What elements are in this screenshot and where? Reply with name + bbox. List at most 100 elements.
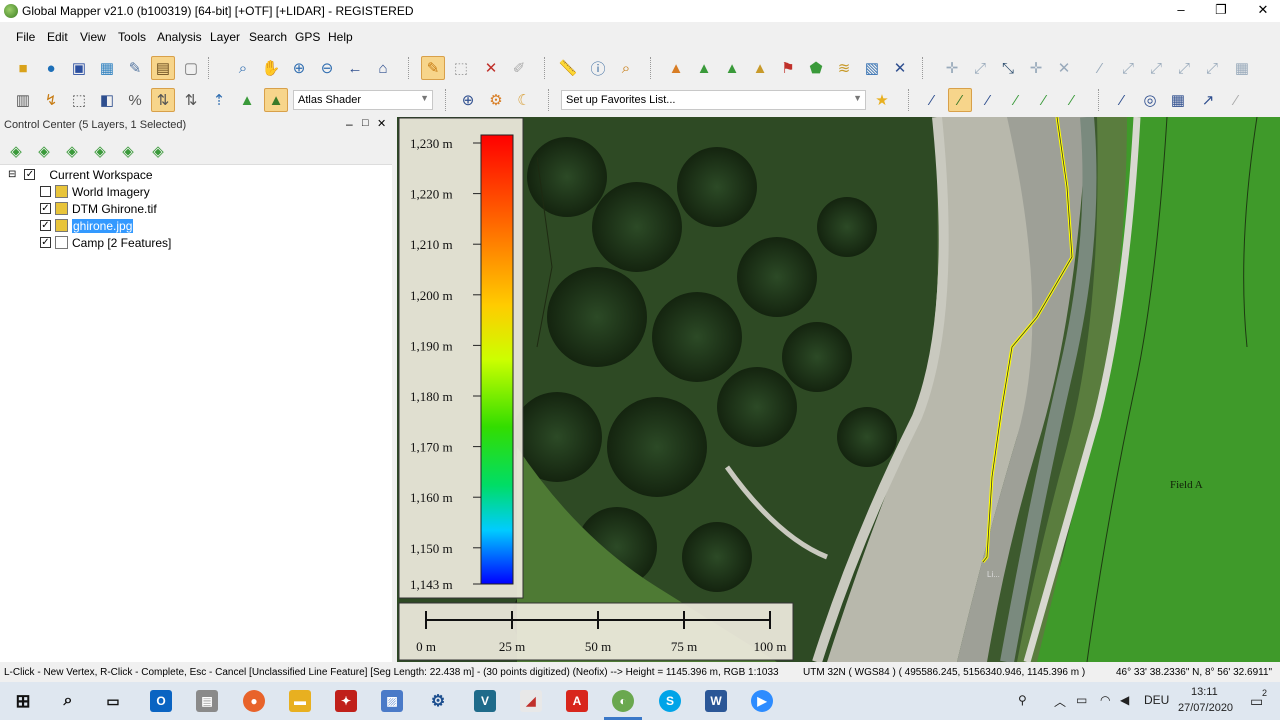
watershed-icon[interactable]: ▲: [748, 56, 772, 80]
join-icon[interactable]: ⤢: [1200, 56, 1224, 80]
word-icon[interactable]: W: [705, 690, 727, 712]
workspace-checkbox[interactable]: ✓: [24, 169, 36, 180]
back-arrow-icon[interactable]: ←: [343, 56, 367, 80]
overview-icon[interactable]: ▢: [179, 56, 203, 80]
create-line-icon[interactable]: ⁄: [920, 88, 944, 112]
layer-row[interactable]: ✓ Camp [2 Features]: [40, 234, 171, 251]
app-red-icon[interactable]: ✦: [335, 690, 357, 712]
menu-edit[interactable]: Edit: [47, 30, 68, 44]
select-area-icon[interactable]: ⬚: [449, 56, 473, 80]
create-line-active-icon[interactable]: ⁄: [948, 88, 972, 112]
open-folder-icon[interactable]: ■: [11, 56, 35, 80]
view-shed-icon[interactable]: ▲: [692, 56, 716, 80]
crosshair-icon[interactable]: ✛: [1024, 56, 1048, 80]
create-curve-icon[interactable]: ⁄: [976, 88, 1000, 112]
menu-tools[interactable]: Tools: [118, 30, 146, 44]
skype-icon[interactable]: S: [659, 690, 681, 712]
path-profile-icon[interactable]: ↯: [39, 88, 63, 112]
info-icon[interactable]: ⓘ: [586, 56, 610, 80]
elevation-shading-icon[interactable]: ⇅: [151, 88, 175, 112]
zoom-out-icon[interactable]: ⊖: [315, 56, 339, 80]
split-icon[interactable]: ✕: [1052, 56, 1076, 80]
layer-add-icon[interactable]: ◈: [32, 139, 56, 163]
wrench-icon[interactable]: ✎: [123, 56, 147, 80]
windows-start-icon[interactable]: ⊞: [12, 690, 34, 712]
terrain-profile-icon[interactable]: ▲: [664, 56, 688, 80]
layout-icon[interactable]: ▥: [11, 88, 35, 112]
draw-icon[interactable]: ⁄: [1110, 88, 1134, 112]
file-explorer-icon[interactable]: ▬: [289, 690, 311, 712]
daylight-icon[interactable]: ☾: [512, 88, 536, 112]
edit-feature-icon[interactable]: ✐: [507, 56, 531, 80]
offset-icon[interactable]: ⤢: [1172, 56, 1196, 80]
table-icon[interactable]: ▦: [95, 56, 119, 80]
menu-file[interactable]: File: [16, 30, 35, 44]
create-area-icon[interactable]: ⁄: [1004, 88, 1028, 112]
flag-icon[interactable]: ⚑: [776, 56, 800, 80]
grid-create-icon[interactable]: ▦: [1166, 88, 1190, 112]
firefox-icon[interactable]: ●: [243, 690, 265, 712]
digitizer-pencil-icon[interactable]: ✎: [421, 56, 445, 80]
menu-analysis[interactable]: Analysis: [157, 30, 202, 44]
map-view[interactable]: Li... Field A 1,230 m 1,220 m 1,210 m 1,200…: [397, 117, 1280, 662]
layer-up-icon[interactable]: ◈: [88, 139, 112, 163]
maximize-button[interactable]: ❐: [1198, 0, 1244, 22]
layer-checkbox[interactable]: ✓: [40, 220, 51, 231]
zoom-box-icon[interactable]: ⌕: [231, 56, 255, 80]
create-polyline-icon[interactable]: ⁄: [1032, 88, 1056, 112]
config-gear-icon[interactable]: ⚙: [484, 88, 508, 112]
shader-mountains-icon[interactable]: ▲: [264, 88, 288, 112]
3d-view-icon[interactable]: ◧: [95, 88, 119, 112]
map-canvas[interactable]: Li... Field A 1,230 m 1,220 m 1,210 m 1,200…: [397, 117, 1280, 662]
vertex-edit-icon[interactable]: ⤢: [1116, 56, 1140, 80]
volume-icon[interactable]: ◀: [1120, 693, 1129, 707]
globe-data-icon[interactable]: ●: [39, 56, 63, 80]
delete-feature-icon[interactable]: ✕: [479, 56, 503, 80]
image-viewer-icon[interactable]: ▨: [381, 690, 403, 712]
snap-icon[interactable]: ⤢: [968, 56, 992, 80]
menu-gps[interactable]: GPS: [295, 30, 320, 44]
layer-visibility-icon[interactable]: ◈: [146, 139, 170, 163]
layer-checkbox[interactable]: ✓: [40, 237, 51, 248]
panel-close-icon[interactable]: ✕: [377, 117, 386, 130]
layer-options-icon[interactable]: ◈: [4, 139, 28, 163]
home-icon[interactable]: ⌂: [371, 56, 395, 80]
save-icon[interactable]: ▣: [67, 56, 91, 80]
combine-terrain-icon[interactable]: ⬟: [804, 56, 828, 80]
move-vertex-icon[interactable]: ✛: [940, 56, 964, 80]
menu-view[interactable]: View: [80, 30, 106, 44]
measure-icon[interactable]: 📏: [556, 56, 580, 80]
zoom-in-icon[interactable]: ⊕: [287, 56, 311, 80]
collapse-icon[interactable]: ⊟: [8, 169, 16, 180]
clock-date[interactable]: 27/07/2020: [1178, 702, 1233, 714]
3d-cube-icon[interactable]: ⬚: [67, 88, 91, 112]
vertical-exaggeration-icon[interactable]: ⇅: [179, 88, 203, 112]
battery-icon[interactable]: ▭: [1076, 693, 1087, 707]
image-icon[interactable]: ▧: [860, 56, 884, 80]
search-icon[interactable]: ⌕: [57, 690, 79, 712]
draw-disabled-icon[interactable]: ⁄: [1224, 88, 1248, 112]
panel-maximize-icon[interactable]: □: [362, 117, 369, 129]
task-view-icon[interactable]: ▭: [102, 690, 124, 712]
slope-icon[interactable]: %: [123, 88, 147, 112]
line-vertex-icon[interactable]: ⤡: [996, 56, 1020, 80]
panel-minimize-icon[interactable]: –: [346, 117, 353, 131]
circle-target-icon[interactable]: ◎: [1138, 88, 1162, 112]
menu-help[interactable]: Help: [328, 30, 353, 44]
clock-time[interactable]: 13:11: [1191, 686, 1218, 698]
zoom-app-icon[interactable]: ▶: [751, 690, 773, 712]
menu-search[interactable]: Search: [249, 30, 287, 44]
visio-icon[interactable]: V: [474, 690, 496, 712]
lidar-icon[interactable]: ⇡: [207, 88, 231, 112]
reshape-icon[interactable]: ⤢: [1144, 56, 1168, 80]
close-button[interactable]: ✕: [1240, 0, 1280, 22]
language-indicator[interactable]: DEU: [1144, 693, 1169, 707]
layer-row-selected[interactable]: ✓ ghirone.jpg: [40, 217, 134, 234]
favorites-star-icon[interactable]: ★: [870, 88, 894, 112]
contour-icon[interactable]: ▲: [720, 56, 744, 80]
tray-chevron-icon[interactable]: ︿: [1054, 693, 1066, 710]
menu-layer[interactable]: Layer: [210, 30, 240, 44]
global-mapper-taskbar-icon[interactable]: ◐: [612, 690, 634, 712]
layer-checkbox[interactable]: [40, 186, 51, 197]
global-mapper-app-icon[interactable]: [4, 4, 18, 18]
